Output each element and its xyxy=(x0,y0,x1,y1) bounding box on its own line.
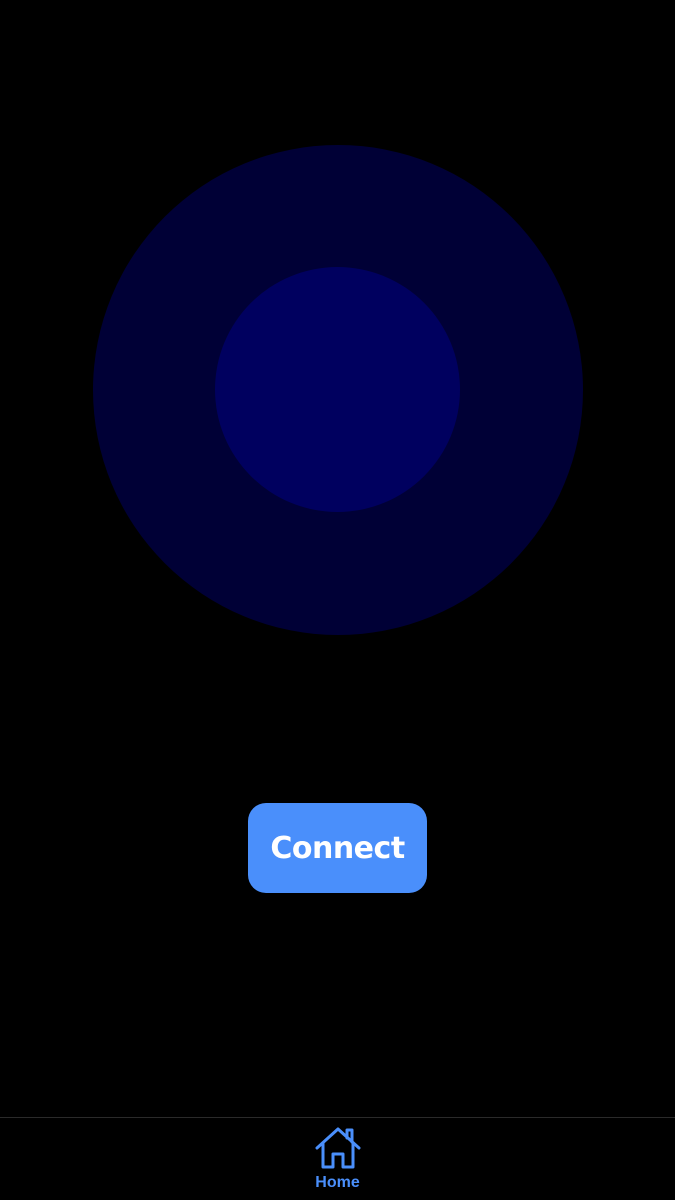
tab-home[interactable]: Home xyxy=(292,1122,383,1198)
app-screen: Connect Home xyxy=(0,0,675,1200)
tab-home-label: Home xyxy=(315,1174,360,1191)
home-icon xyxy=(314,1122,362,1170)
bottom-tab-bar: Home xyxy=(0,1117,675,1200)
connect-button[interactable]: Connect xyxy=(248,803,427,893)
status-orb-core xyxy=(215,267,460,512)
